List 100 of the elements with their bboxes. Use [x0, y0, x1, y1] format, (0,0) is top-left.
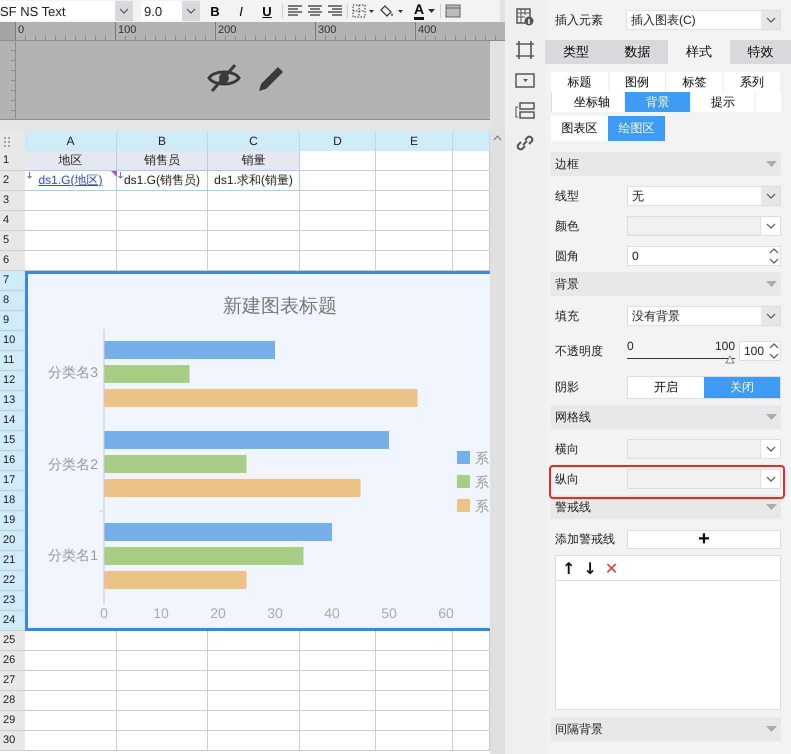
table-cell[interactable]: [208, 731, 300, 751]
spinner-icon[interactable]: [769, 342, 779, 360]
column-header[interactable]: A: [25, 131, 117, 151]
table-cell[interactable]: [376, 211, 453, 231]
fill-bucket-icon[interactable]: [380, 4, 406, 18]
link-icon[interactable]: [515, 133, 535, 153]
column-header[interactable]: D: [300, 131, 376, 151]
row-header[interactable]: 27: [0, 671, 25, 691]
table-cell[interactable]: [25, 671, 117, 691]
header-cell[interactable]: 地区: [25, 151, 117, 171]
rule-list[interactable]: ↑ ↓ ✕: [555, 555, 781, 710]
section-header[interactable]: 间隔背景: [551, 717, 781, 741]
dropdown-field[interactable]: 没有背景: [627, 306, 781, 326]
row-header[interactable]: 3: [0, 191, 25, 211]
table-cell[interactable]: [376, 151, 453, 171]
row-header[interactable]: 5: [0, 231, 25, 251]
table-cell[interactable]: [376, 731, 453, 751]
font-size-field[interactable]: 9.0: [141, 1, 182, 21]
frame-icon[interactable]: [515, 40, 535, 60]
merge-cells-icon[interactable]: [445, 4, 462, 18]
tab[interactable]: 特效: [730, 40, 791, 64]
section-header[interactable]: 边框: [551, 152, 781, 176]
row-header[interactable]: 23: [0, 591, 25, 611]
add-button[interactable]: +: [627, 530, 781, 548]
align-icon[interactable]: [327, 4, 343, 18]
tool-button[interactable]: ↑: [560, 558, 578, 578]
column-header[interactable]: [453, 131, 490, 151]
table-cell[interactable]: [117, 651, 208, 671]
layers-icon[interactable]: [515, 102, 535, 120]
table-cell[interactable]: [25, 231, 117, 251]
row-header[interactable]: 24: [0, 611, 25, 631]
table-cell[interactable]: [25, 211, 117, 231]
table-cell[interactable]: [117, 211, 208, 231]
table-cell[interactable]: [208, 651, 300, 671]
insert-select[interactable]: 插入图表(C): [626, 10, 781, 30]
table-cell[interactable]: [300, 191, 376, 211]
table-cell[interactable]: [117, 711, 208, 731]
dropdown-field[interactable]: 无: [627, 186, 781, 206]
tab[interactable]: 类型: [545, 40, 606, 64]
align-icon[interactable]: [287, 4, 303, 18]
row-header[interactable]: 15: [0, 431, 25, 451]
table-cell[interactable]: [208, 691, 300, 711]
number-field[interactable]: 100: [739, 341, 781, 361]
table-cell[interactable]: [300, 171, 376, 191]
table-cell[interactable]: [117, 231, 208, 251]
table-info-icon[interactable]: [515, 7, 535, 27]
dropdown-box-icon[interactable]: [515, 73, 535, 89]
number-field[interactable]: 0: [627, 246, 781, 266]
table-cell[interactable]: [300, 231, 376, 251]
tab[interactable]: 数据: [606, 40, 668, 64]
size-dropdown-button[interactable]: [182, 1, 200, 21]
row-header[interactable]: 22: [0, 571, 25, 591]
table-cell[interactable]: [300, 151, 376, 171]
table-cell[interactable]: [376, 171, 453, 191]
row-header[interactable]: 14: [0, 411, 25, 431]
font-field[interactable]: SF NS Text: [0, 1, 115, 21]
table-cell[interactable]: [25, 191, 117, 211]
column-header[interactable]: E: [376, 131, 453, 151]
table-cell[interactable]: [376, 231, 453, 251]
align-icon[interactable]: [307, 4, 323, 18]
row-header[interactable]: 8: [0, 291, 25, 311]
table-cell[interactable]: [208, 711, 300, 731]
row-header[interactable]: 9: [0, 311, 25, 331]
row-header[interactable]: 28: [0, 691, 25, 711]
row-header[interactable]: 1: [0, 151, 25, 171]
slider-thumb[interactable]: [725, 354, 735, 364]
row-header[interactable]: 21: [0, 551, 25, 571]
table-cell[interactable]: [376, 191, 453, 211]
table-cell[interactable]: [376, 671, 453, 691]
chart-area[interactable]: 新建图表标题 分类名3 分类名2 分类名1 0 10 20 30 40 50 60 系 系 系: [25, 271, 490, 631]
row-header[interactable]: 30: [0, 731, 25, 751]
table-cell[interactable]: [300, 651, 376, 671]
format-button[interactable]: B: [204, 1, 226, 21]
row-header[interactable]: 4: [0, 211, 25, 231]
row-header[interactable]: 29: [0, 711, 25, 731]
table-cell[interactable]: [208, 191, 300, 211]
table-cell[interactable]: [117, 191, 208, 211]
row-header[interactable]: 13: [0, 391, 25, 411]
formula-cell[interactable]: ds1.G(销售员): [117, 171, 208, 191]
row-header[interactable]: 6: [0, 251, 25, 271]
row-header[interactable]: 20: [0, 531, 25, 551]
row-header[interactable]: 11: [0, 351, 25, 371]
row-header[interactable]: 17: [0, 471, 25, 491]
tool-button[interactable]: ✕: [602, 558, 620, 578]
header-cell[interactable]: 销量: [208, 151, 300, 171]
row-header[interactable]: 19: [0, 511, 25, 531]
table-cell[interactable]: [300, 671, 376, 691]
table-cell[interactable]: [117, 691, 208, 711]
column-header[interactable]: B: [117, 131, 208, 151]
table-cell[interactable]: [208, 211, 300, 231]
tool-button[interactable]: ↓: [581, 558, 599, 578]
column-header[interactable]: C: [208, 131, 300, 151]
table-cell[interactable]: [117, 671, 208, 691]
format-button[interactable]: I: [230, 1, 252, 21]
format-button[interactable]: U: [256, 1, 278, 21]
table-cell[interactable]: [376, 711, 453, 731]
row-header[interactable]: 12: [0, 371, 25, 391]
row-header[interactable]: 7: [0, 271, 25, 291]
table-cell[interactable]: [25, 691, 117, 711]
font-dropdown-button[interactable]: [115, 1, 133, 21]
